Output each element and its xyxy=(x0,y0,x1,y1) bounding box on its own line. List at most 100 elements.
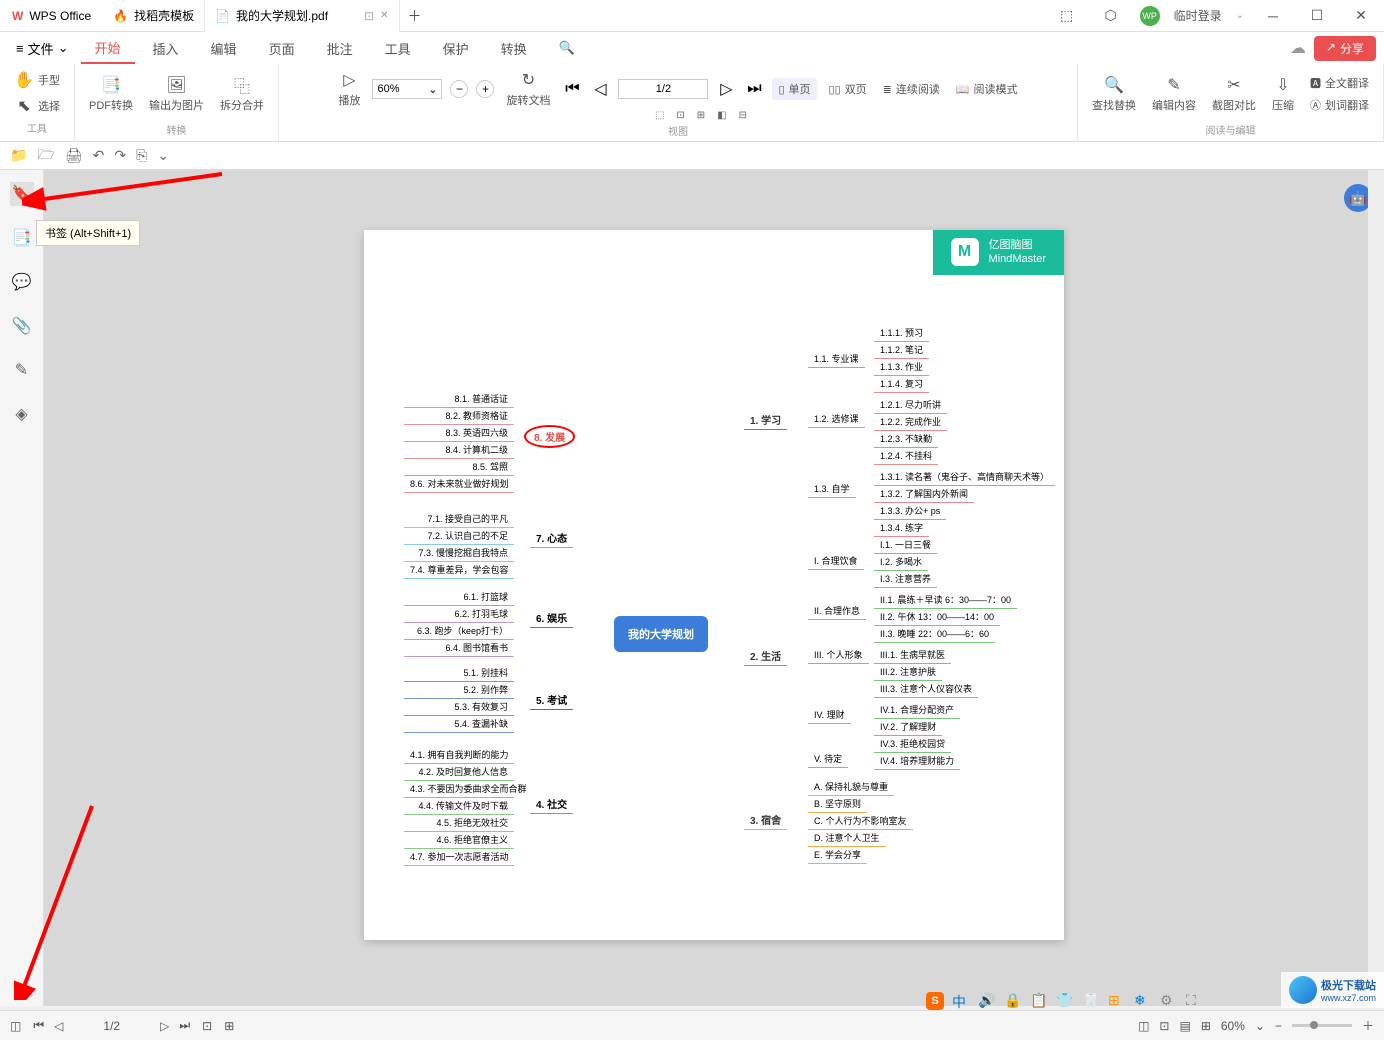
view-icon[interactable]: ◧ xyxy=(717,110,726,121)
attachment-button[interactable]: 📎 xyxy=(10,314,34,338)
open-icon[interactable]: 📁 xyxy=(10,147,27,164)
view-icon[interactable]: ▤ xyxy=(1179,1019,1190,1033)
fit-width-icon[interactable]: ⊡ xyxy=(202,1019,212,1033)
grid-icon[interactable]: ⬚ xyxy=(1052,1,1082,31)
gear-icon[interactable]: ⚙ xyxy=(1160,992,1178,1010)
nav-last[interactable]: ⏭ xyxy=(179,1018,190,1033)
view-icon[interactable]: ⊟ xyxy=(739,110,747,121)
zoom-slider[interactable] xyxy=(1292,1024,1352,1027)
file-menu[interactable]: ≡ 文件 ⌄ xyxy=(8,39,77,58)
view-icon[interactable]: ⊡ xyxy=(1159,1019,1169,1033)
menu-edit[interactable]: 编辑 xyxy=(197,32,251,64)
double-page-icon: ▯▯ xyxy=(829,83,841,96)
snow-icon[interactable]: ❄ xyxy=(1134,992,1152,1010)
edit-content-button[interactable]: ✎编辑内容 xyxy=(1148,73,1200,115)
view-icon[interactable]: ◫ xyxy=(1138,1019,1149,1033)
nav-next[interactable]: ▷ xyxy=(716,79,736,99)
tab-templates[interactable]: 🔥 找稻壳模板 xyxy=(103,0,205,32)
nav-last[interactable]: ⏭ xyxy=(744,79,764,99)
comment-button[interactable]: 💬 xyxy=(10,270,34,294)
tshirt-icon[interactable]: 👕 xyxy=(1056,992,1074,1010)
crop-compare-button[interactable]: ✂截图对比 xyxy=(1208,73,1260,115)
tool-icon[interactable]: 🦷 xyxy=(1082,992,1100,1010)
zoom-out-button[interactable]: − xyxy=(450,80,468,98)
undo-icon[interactable]: ↶ xyxy=(93,147,105,164)
more-icon[interactable]: ⌄ xyxy=(157,147,169,164)
close-icon[interactable]: ✕ xyxy=(380,10,388,21)
login-text[interactable]: 临时登录 xyxy=(1174,7,1222,24)
zoom-select[interactable]: 60%⌄ xyxy=(372,79,442,99)
sound-icon[interactable]: 🔊 xyxy=(978,992,996,1010)
split-merge-button[interactable]: ⿻拆分合并 xyxy=(216,73,268,115)
outline-button[interactable]: 📑 xyxy=(10,226,34,250)
word-translate-button[interactable]: Ⓐ划词翻译 xyxy=(1306,95,1373,115)
grid-icon[interactable]: ⊞ xyxy=(1108,992,1126,1010)
menubar: ≡ 文件 ⌄ 开始 插入 编辑 页面 批注 工具 保护 转换 🔍 ☁ ↗ 分享 xyxy=(0,32,1384,64)
continuous-button[interactable]: ≣连续阅读 xyxy=(879,79,944,99)
cube-icon[interactable]: ⬡ xyxy=(1096,1,1126,31)
hand-tool[interactable]: ✋手型 xyxy=(10,68,64,92)
leaf-node: III.3. 注意个人仪容仪表 xyxy=(874,680,978,698)
play-button[interactable]: ▷播放 xyxy=(334,68,364,110)
node-dorm: 3. 宿舍 xyxy=(744,810,787,830)
menu-protect[interactable]: 保护 xyxy=(429,32,483,64)
vertical-scrollbar[interactable] xyxy=(1368,170,1384,1006)
close-button[interactable]: ✕ xyxy=(1346,1,1376,31)
folder-icon[interactable]: 🗁 xyxy=(37,144,54,168)
cloud-icon[interactable]: ☁ xyxy=(1290,38,1306,58)
menu-tools[interactable]: 工具 xyxy=(371,32,425,64)
nav-first[interactable]: ⏮ xyxy=(562,79,582,99)
minimize-button[interactable]: ─ xyxy=(1258,1,1288,31)
maximize-button[interactable]: ☐ xyxy=(1302,1,1332,31)
sogou-icon[interactable]: S xyxy=(926,992,944,1010)
select-tool[interactable]: ⬉选择 xyxy=(10,94,64,118)
nav-prev[interactable]: ◁ xyxy=(54,1019,63,1033)
share-button[interactable]: ↗ 分享 xyxy=(1314,36,1376,61)
signature-button[interactable]: ✎ xyxy=(10,358,34,382)
zoom-in-button[interactable]: ＋ xyxy=(1362,1017,1374,1034)
nav-first[interactable]: ⏮ xyxy=(33,1018,44,1033)
ime-icon[interactable]: 中 xyxy=(952,992,970,1010)
menu-insert[interactable]: 插入 xyxy=(139,32,193,64)
bookmark-button[interactable]: 🔖 xyxy=(10,182,34,206)
copy-icon[interactable]: ⎘ xyxy=(136,147,147,164)
fit-page-icon[interactable]: ⊞ xyxy=(224,1019,234,1033)
menu-start[interactable]: 开始 xyxy=(81,32,135,64)
compress-button[interactable]: ⇩压缩 xyxy=(1268,73,1298,115)
view-icon[interactable]: ⊞ xyxy=(1201,1019,1211,1033)
new-tab-button[interactable]: ＋ xyxy=(400,1,430,31)
avatar[interactable]: WP xyxy=(1140,6,1160,26)
caret-down-icon[interactable]: ⌄ xyxy=(1255,1019,1265,1033)
pdf-convert-button[interactable]: 📑PDF转换 xyxy=(85,73,137,115)
expand-icon[interactable]: ⛶ xyxy=(1186,992,1204,1010)
export-image-button[interactable]: 🖼输出为图片 xyxy=(145,73,208,115)
clipboard-icon[interactable]: 📋 xyxy=(1030,992,1048,1010)
single-page-button[interactable]: ▯单页 xyxy=(772,78,816,100)
find-replace-button[interactable]: 🔍查找替换 xyxy=(1088,73,1140,115)
tab-menu-icon[interactable]: ⊡ xyxy=(364,9,374,23)
menu-annotate[interactable]: 批注 xyxy=(313,32,367,64)
zoom-out-button[interactable]: − xyxy=(1275,1019,1282,1033)
menu-convert[interactable]: 转换 xyxy=(487,32,541,64)
redo-icon[interactable]: ↷ xyxy=(114,147,126,164)
read-mode-button[interactable]: 📖阅读模式 xyxy=(952,79,1022,99)
view-icon[interactable]: ⊡ xyxy=(676,110,684,121)
rotate-button[interactable]: ↻旋转文档 xyxy=(502,68,554,110)
lock-icon[interactable]: 🔒 xyxy=(1004,992,1022,1010)
layers-button[interactable]: ◈ xyxy=(10,402,34,426)
view-icon[interactable]: ⬚ xyxy=(655,110,664,121)
full-translate-button[interactable]: 🅰全文翻译 xyxy=(1306,73,1373,93)
search-button[interactable]: 🔍 xyxy=(545,32,589,64)
panel-toggle[interactable]: ◫ xyxy=(10,1019,21,1033)
document-canvas[interactable]: 🤖 M 亿图脑图 MindMaster 我的大学规划 1. 学习 2. 生活 3… xyxy=(44,170,1384,1006)
zoom-in-button[interactable]: + xyxy=(476,80,494,98)
menu-page[interactable]: 页面 xyxy=(255,32,309,64)
double-page-button[interactable]: ▯▯双页 xyxy=(825,79,871,99)
nav-next[interactable]: ▷ xyxy=(160,1019,169,1033)
nav-prev[interactable]: ◁ xyxy=(590,79,610,99)
tab-document[interactable]: 📄 我的大学规划.pdf ⊡ ✕ xyxy=(205,0,399,32)
page-input[interactable] xyxy=(618,79,708,99)
caret-down-icon[interactable]: ⌄ xyxy=(1236,10,1244,21)
print-icon[interactable]: 🖨 xyxy=(65,147,83,164)
view-icon[interactable]: ⊞ xyxy=(697,110,705,121)
